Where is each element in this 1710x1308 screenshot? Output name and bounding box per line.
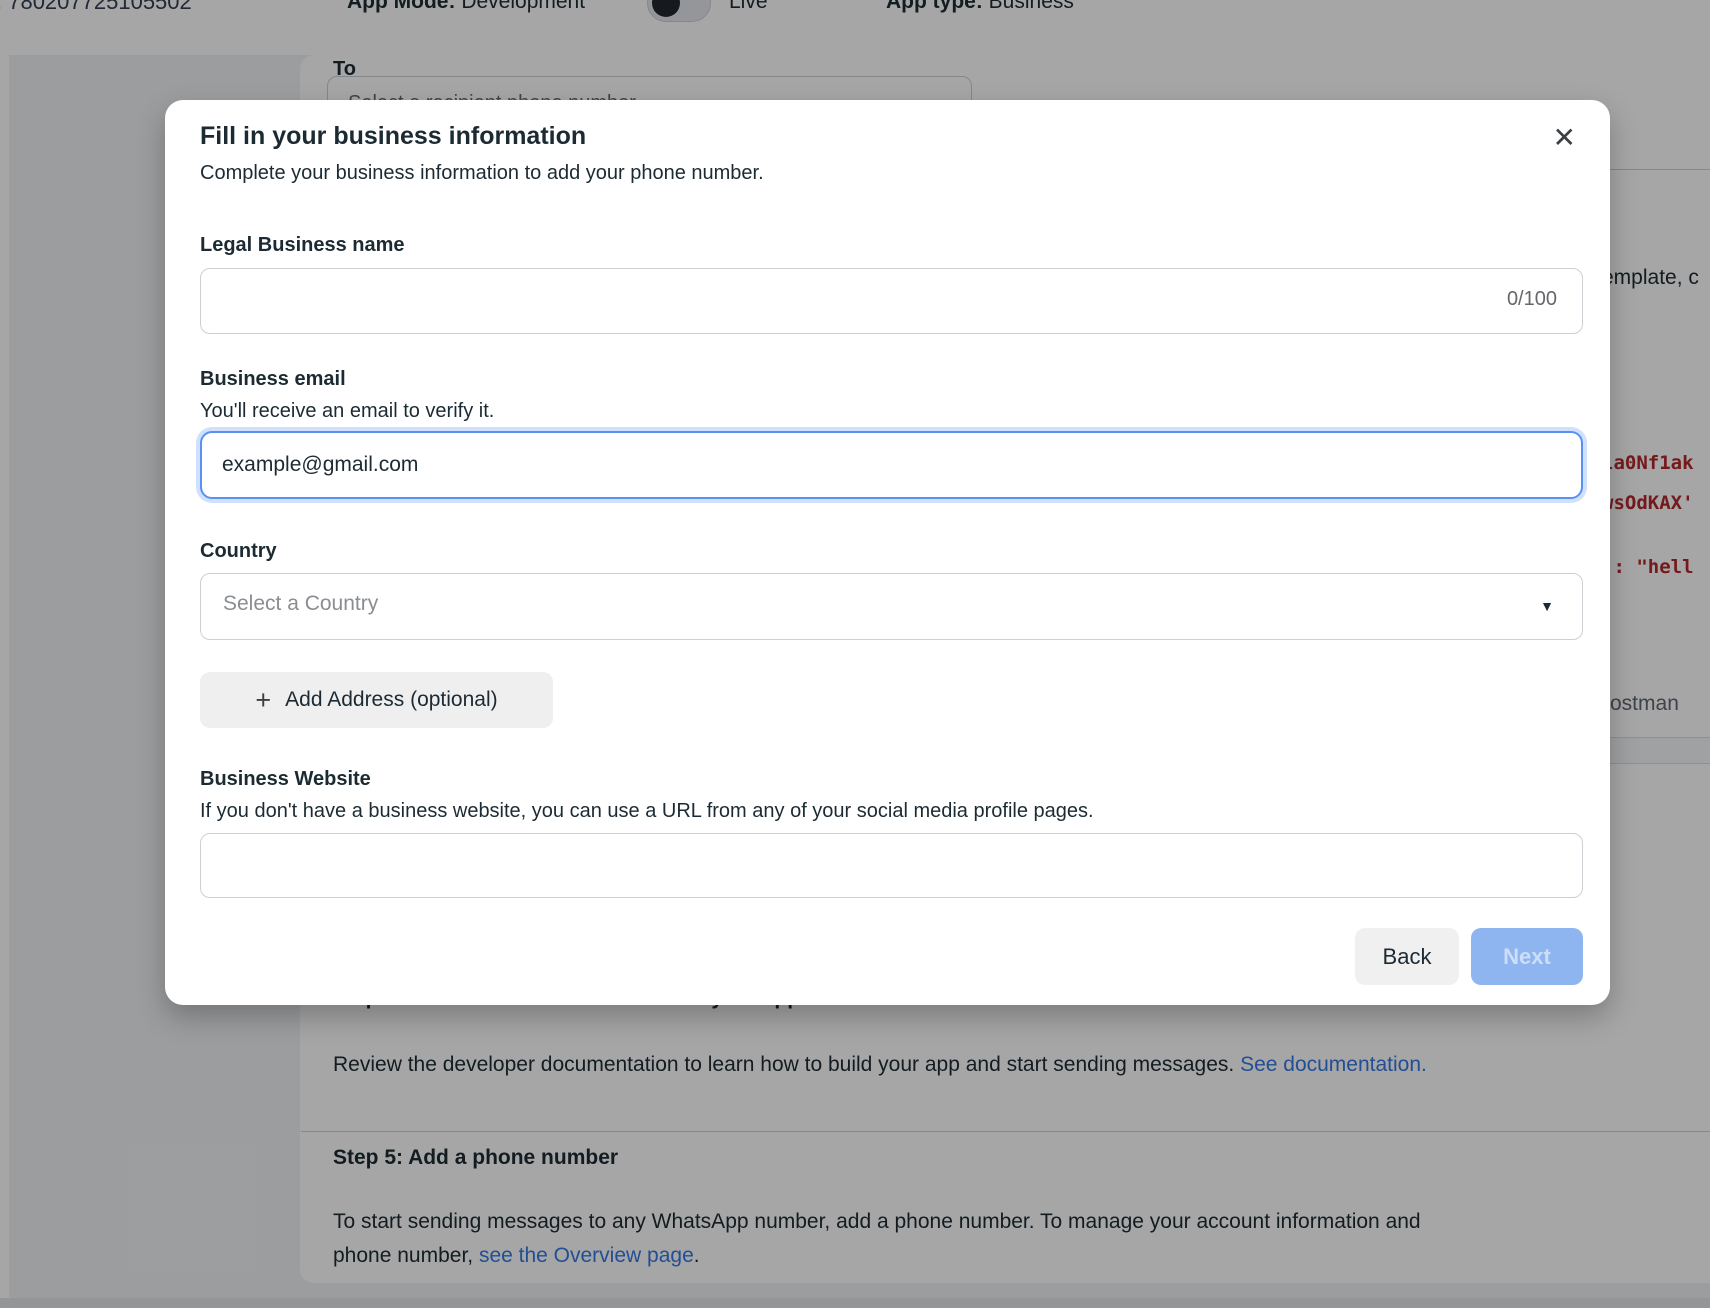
- chevron-down-icon: ▼: [1540, 598, 1554, 614]
- screen: : 780207725105502 App Mode: Development …: [0, 0, 1710, 1308]
- country-placeholder: Select a Country: [223, 592, 378, 616]
- plus-icon: +: [255, 685, 271, 716]
- business-website-label: Business Website: [200, 768, 371, 791]
- business-email-input[interactable]: [200, 431, 1583, 499]
- next-button[interactable]: Next: [1471, 928, 1583, 985]
- legal-name-counter: 0/100: [1507, 288, 1557, 311]
- add-address-button[interactable]: + Add Address (optional): [200, 672, 553, 728]
- business-email-helper: You'll receive an email to verify it.: [200, 400, 494, 423]
- modal-title: Fill in your business information: [200, 122, 586, 151]
- back-button[interactable]: Back: [1355, 928, 1459, 985]
- legal-name-input[interactable]: [200, 268, 1583, 334]
- close-icon[interactable]: ✕: [1553, 124, 1576, 152]
- modal-subtitle: Complete your business information to ad…: [200, 162, 764, 185]
- country-label: Country: [200, 540, 277, 563]
- business-website-input[interactable]: [200, 833, 1583, 898]
- business-website-helper: If you don't have a business website, yo…: [200, 800, 1094, 823]
- business-info-modal: Fill in your business information Comple…: [165, 100, 1610, 1005]
- legal-name-label: Legal Business name: [200, 234, 405, 257]
- business-email-label: Business email: [200, 368, 346, 391]
- country-select[interactable]: Select a Country ▼: [200, 573, 1583, 640]
- add-address-label: Add Address (optional): [285, 688, 497, 712]
